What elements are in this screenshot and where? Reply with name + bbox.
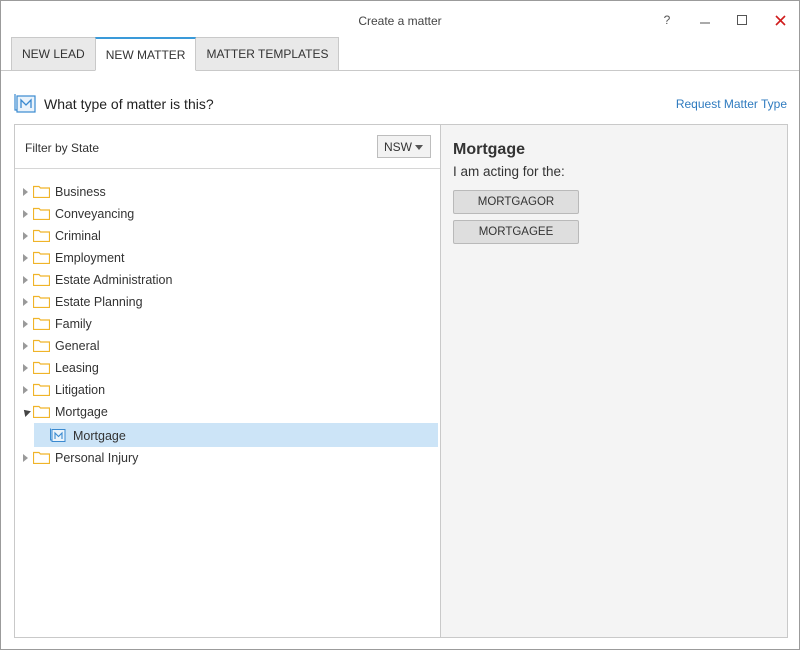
tree-item-criminal[interactable]: Criminal: [15, 225, 440, 247]
close-icon: [774, 14, 786, 26]
tree-item-label: Estate Administration: [55, 273, 173, 287]
help-button[interactable]: ?: [653, 9, 681, 31]
folder-icon: [33, 251, 50, 264]
folder-icon: [33, 295, 50, 308]
tree-item-personal-injury[interactable]: Personal Injury: [15, 447, 440, 469]
folder-icon: [33, 339, 50, 352]
expand-icon[interactable]: [23, 386, 28, 394]
matter-type-tree: Business Conveyancing Criminal Employmen…: [15, 181, 440, 469]
tree-item-label: Family: [55, 317, 92, 331]
state-select[interactable]: NSW: [377, 135, 431, 158]
expand-icon[interactable]: [23, 298, 28, 306]
tree-item-general[interactable]: General: [15, 335, 440, 357]
tree-item-label: Business: [55, 185, 106, 199]
tab-matter-templates[interactable]: MATTER TEMPLATES: [195, 37, 340, 71]
tab-bar: NEW LEAD NEW MATTER MATTER TEMPLATES: [11, 37, 340, 71]
folder-icon: [33, 361, 50, 374]
expand-icon[interactable]: [23, 454, 28, 462]
folder-icon: [33, 185, 50, 198]
folder-icon: [33, 273, 50, 286]
folder-icon: [33, 383, 50, 396]
filter-row: Filter by State NSW: [15, 125, 440, 169]
request-matter-type-link[interactable]: Request Matter Type: [676, 97, 787, 111]
tree-item-mortgage[interactable]: Mortgage: [15, 401, 440, 423]
tree-item-conveyancing[interactable]: Conveyancing: [15, 203, 440, 225]
folder-icon: [33, 451, 50, 464]
tree-item-leasing[interactable]: Leasing: [15, 357, 440, 379]
collapse-icon[interactable]: [21, 407, 31, 417]
tree-item-employment[interactable]: Employment: [15, 247, 440, 269]
minimize-icon: [700, 22, 710, 24]
expand-icon[interactable]: [23, 320, 28, 328]
expand-icon[interactable]: [23, 276, 28, 284]
expand-icon[interactable]: [23, 188, 28, 196]
tree-item-label: Mortgage: [73, 429, 126, 443]
folder-icon: [33, 207, 50, 220]
folder-icon: [33, 229, 50, 242]
matter-type-tree-pane: Filter by State NSW Business Conveyancin…: [14, 124, 441, 638]
state-select-value: NSW: [384, 139, 412, 154]
tree-item-label: Personal Injury: [55, 451, 139, 465]
tab-new-matter[interactable]: NEW MATTER: [94, 37, 197, 71]
expand-icon[interactable]: [23, 254, 28, 262]
filter-label: Filter by State: [25, 141, 100, 155]
tree-item-estate-administration[interactable]: Estate Administration: [15, 269, 440, 291]
matter-type-icon: [14, 94, 36, 113]
maximize-icon: [737, 15, 747, 25]
matter-type-icon: [50, 428, 66, 442]
detail-subtitle: I am acting for the:: [453, 164, 565, 179]
minimize-button[interactable]: [691, 9, 719, 31]
tree-item-label: Mortgage: [55, 405, 108, 419]
title-bar: Create a matter ?: [1, 1, 799, 37]
folder-icon: [33, 405, 50, 418]
maximize-button[interactable]: [728, 9, 756, 31]
tab-new-lead[interactable]: NEW LEAD: [11, 37, 96, 71]
expand-icon[interactable]: [23, 232, 28, 240]
matter-detail-pane: Mortgage I am acting for the: MORTGAGOR …: [440, 124, 788, 638]
tree-item-label: Estate Planning: [55, 295, 143, 309]
tree-item-label: Litigation: [55, 383, 106, 397]
create-matter-window: Create a matter ? NEW LEAD NEW MATTER MA…: [0, 0, 800, 650]
expand-icon[interactable]: [23, 342, 28, 350]
expand-icon[interactable]: [23, 210, 28, 218]
tree-item-business[interactable]: Business: [15, 181, 440, 203]
tree-item-estate-planning[interactable]: Estate Planning: [15, 291, 440, 313]
tree-item-mortgage-matter-type[interactable]: Mortgage: [34, 423, 438, 447]
tree-item-family[interactable]: Family: [15, 313, 440, 335]
tree-item-label: Leasing: [55, 361, 99, 375]
folder-icon: [33, 317, 50, 330]
tree-item-label: Employment: [55, 251, 125, 265]
page-question: What type of matter is this?: [44, 96, 214, 112]
detail-title: Mortgage: [453, 141, 525, 158]
expand-icon[interactable]: [23, 364, 28, 372]
tree-item-label: General: [55, 339, 100, 353]
mortgagor-button[interactable]: MORTGAGOR: [453, 190, 579, 214]
tree-item-label: Criminal: [55, 229, 101, 243]
tree-item-litigation[interactable]: Litigation: [15, 379, 440, 401]
mortgagee-button[interactable]: MORTGAGEE: [453, 220, 579, 244]
tree-item-label: Conveyancing: [55, 207, 135, 221]
close-button[interactable]: [766, 9, 794, 31]
chevron-down-icon: [415, 145, 423, 150]
